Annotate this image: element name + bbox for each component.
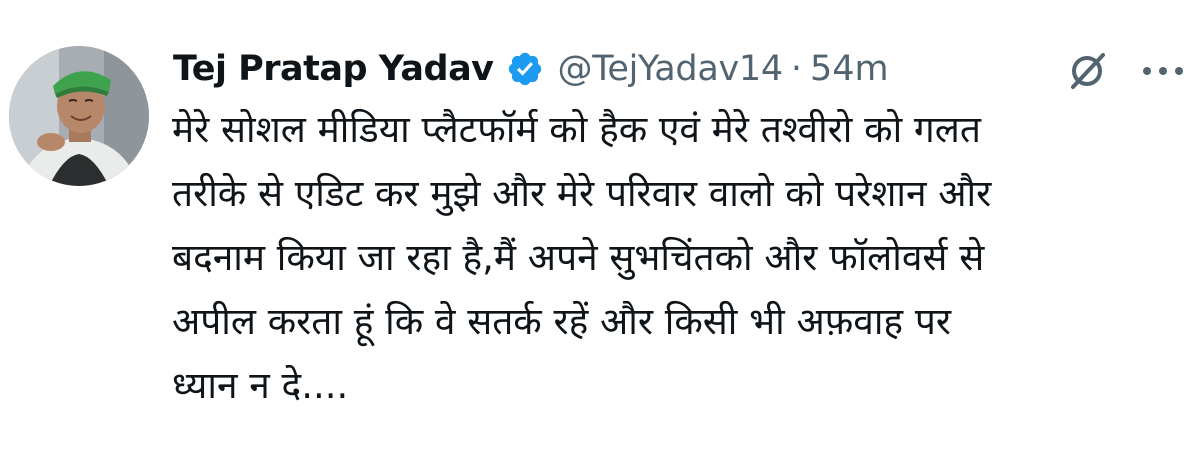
timestamp[interactable]: 54m bbox=[810, 49, 889, 89]
more-options-icon[interactable] bbox=[1139, 58, 1187, 84]
avatar[interactable] bbox=[9, 46, 149, 186]
author-display-name[interactable]: Tej Pratap Yadav bbox=[173, 49, 494, 89]
tweet-text: मेरे सोशल मीडिया प्लैटफॉर्म को हैक एवं म… bbox=[172, 98, 1187, 418]
separator-dot: · bbox=[790, 49, 802, 89]
verified-badge-icon[interactable] bbox=[506, 50, 544, 88]
author-handle[interactable]: @TejYadav14 bbox=[558, 49, 784, 89]
tweet-text-line: मेरे सोशल मीडिया प्लैटफॉर्म को हैक एवं म… bbox=[172, 108, 981, 151]
tweet-header: Tej Pratap Yadav @TejYadav14 · 54m bbox=[173, 40, 1183, 98]
avatar-photo bbox=[9, 46, 149, 186]
tweet-text-line: बदनाम किया जा रहा है,मैं अपने सुभचिंतको … bbox=[172, 236, 985, 279]
tweet-text-line: अपील करता हूं कि वे सतर्क रहें और किसी भ… bbox=[172, 300, 951, 343]
tweet-card[interactable]: Tej Pratap Yadav @TejYadav14 · 54m मेरे … bbox=[0, 0, 1201, 472]
grok-icon[interactable] bbox=[1065, 49, 1109, 93]
tweet-text-line: ध्यान न दे.... bbox=[172, 364, 349, 407]
tweet-text-line: तरीके से एडिट कर मुझे और मेरे परिवार वाल… bbox=[172, 172, 992, 215]
